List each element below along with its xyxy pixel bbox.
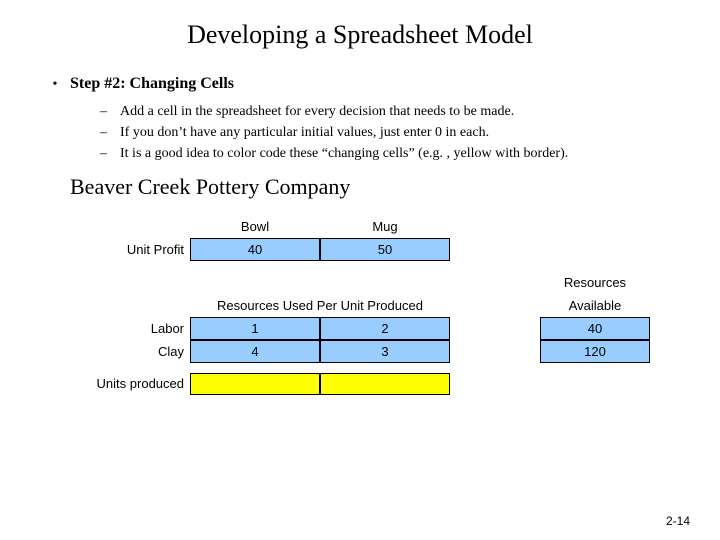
row-label-clay: Clay [70,344,190,359]
clay-available: 120 [540,340,650,363]
page-number: 2-14 [666,514,690,528]
sub-bullet-text: It is a good idea to color code these “c… [120,143,568,164]
bullet-dot: • [40,75,70,95]
col-header-bowl: Bowl [190,215,320,238]
labor-mug: 2 [320,317,450,340]
spreadsheet-table: Bowl Mug Unit Profit 40 50 Resources Res… [70,215,680,395]
sub-bullet-text: If you don’t have any particular initial… [120,122,489,143]
labor-bowl: 1 [190,317,320,340]
per-unit-label: Resources Used Per Unit Produced [190,294,450,317]
sub-bullet: – If you don’t have any particular initi… [100,122,680,143]
labor-available: 40 [540,317,650,340]
dash-icon: – [100,122,120,143]
dash-icon: – [100,143,120,164]
row-label-labor: Labor [70,321,190,336]
bullet-step: • Step #2: Changing Cells [40,75,680,95]
sub-bullet: – Add a cell in the spreadsheet for ever… [100,101,680,122]
changing-cell-mug[interactable] [320,373,450,395]
unit-profit-mug: 50 [320,238,450,261]
clay-bowl: 4 [190,340,320,363]
available-label: Available [540,294,650,317]
unit-profit-bowl: 40 [190,238,320,261]
step-heading: Step #2: Changing Cells [70,75,234,93]
resources-label: Resources [540,271,650,294]
company-title: Beaver Creek Pottery Company [70,174,680,200]
page-title: Developing a Spreadsheet Model [40,20,680,50]
col-header-mug: Mug [320,215,450,238]
clay-mug: 3 [320,340,450,363]
sub-bullet-text: Add a cell in the spreadsheet for every … [120,101,514,122]
changing-cell-bowl[interactable] [190,373,320,395]
sub-bullet: – It is a good idea to color code these … [100,143,680,164]
dash-icon: – [100,101,120,122]
units-produced-label: Units produced [70,376,190,392]
unit-profit-label: Unit Profit [70,242,190,257]
